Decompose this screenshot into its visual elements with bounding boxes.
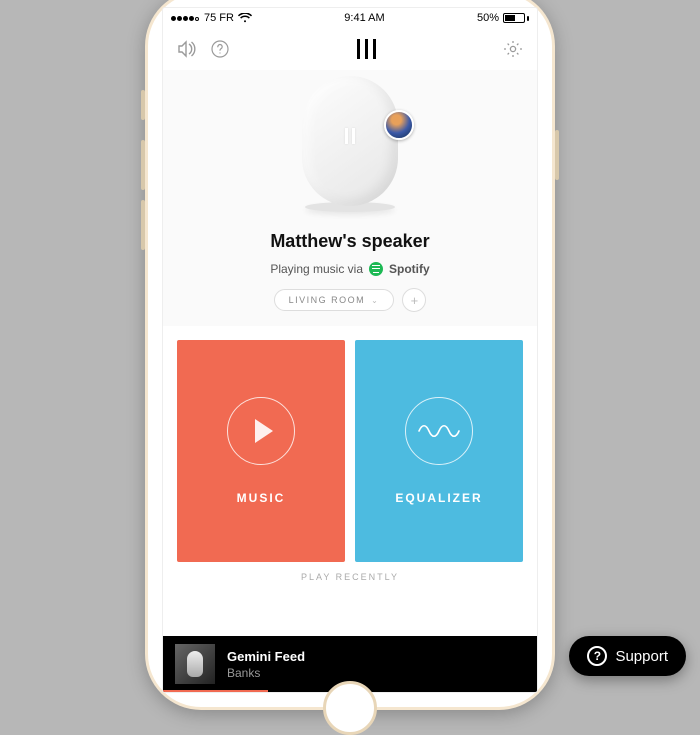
album-art xyxy=(175,644,215,684)
gear-icon[interactable] xyxy=(503,39,523,59)
help-icon: ? xyxy=(587,646,607,666)
battery-pct-label: 50% xyxy=(477,12,499,24)
wifi-icon xyxy=(238,13,252,23)
equalizer-card[interactable]: EQUALIZER xyxy=(355,340,523,562)
battery-icon xyxy=(503,13,529,23)
support-label: Support xyxy=(615,648,668,665)
support-button[interactable]: ? Support xyxy=(569,636,686,676)
volume-icon[interactable] xyxy=(177,40,199,58)
signal-dots-icon xyxy=(171,12,200,24)
avatar[interactable] xyxy=(384,110,414,140)
chevron-down-icon: ⌄ xyxy=(371,296,379,305)
phone-side-button xyxy=(141,90,145,120)
spotify-icon xyxy=(369,262,383,276)
track-title: Gemini Feed xyxy=(227,649,305,664)
app-logo-icon[interactable] xyxy=(357,39,376,59)
speaker-image xyxy=(302,76,398,206)
help-icon[interactable] xyxy=(211,40,229,58)
room-label: LIVING ROOM xyxy=(289,295,366,305)
music-card[interactable]: MUSIC xyxy=(177,340,345,562)
track-artist: Banks xyxy=(227,666,305,680)
add-room-button[interactable]: + xyxy=(402,288,426,312)
clock-label: 9:41 AM xyxy=(344,12,384,24)
phone-side-button xyxy=(141,140,145,190)
section-hint: PLAY RECENTLY xyxy=(163,566,537,582)
service-name: Spotify xyxy=(389,262,430,276)
cards-row: MUSIC EQUALIZER xyxy=(163,326,537,566)
device-title: Matthew's speaker xyxy=(163,231,537,252)
equalizer-card-label: EQUALIZER xyxy=(395,491,482,505)
room-selector[interactable]: LIVING ROOM ⌄ xyxy=(274,289,395,311)
status-bar: 75 FR 9:41 AM 50% xyxy=(163,8,537,28)
home-button[interactable] xyxy=(323,681,377,735)
phone-side-button xyxy=(141,200,145,250)
phone-frame: 75 FR 9:41 AM 50% xyxy=(145,0,555,710)
nav-bar xyxy=(163,28,537,70)
app-screen: 75 FR 9:41 AM 50% xyxy=(162,7,538,693)
phone-side-button xyxy=(555,130,559,180)
device-hero: Matthew's speaker Playing music via Spot… xyxy=(163,70,537,326)
carrier-label: 75 FR xyxy=(204,12,234,24)
playing-via: Playing music via Spotify xyxy=(163,262,537,276)
music-card-label: MUSIC xyxy=(237,491,286,505)
playing-prefix: Playing music via xyxy=(270,262,363,276)
wave-icon xyxy=(405,397,473,465)
play-icon xyxy=(227,397,295,465)
pause-icon xyxy=(345,128,355,144)
